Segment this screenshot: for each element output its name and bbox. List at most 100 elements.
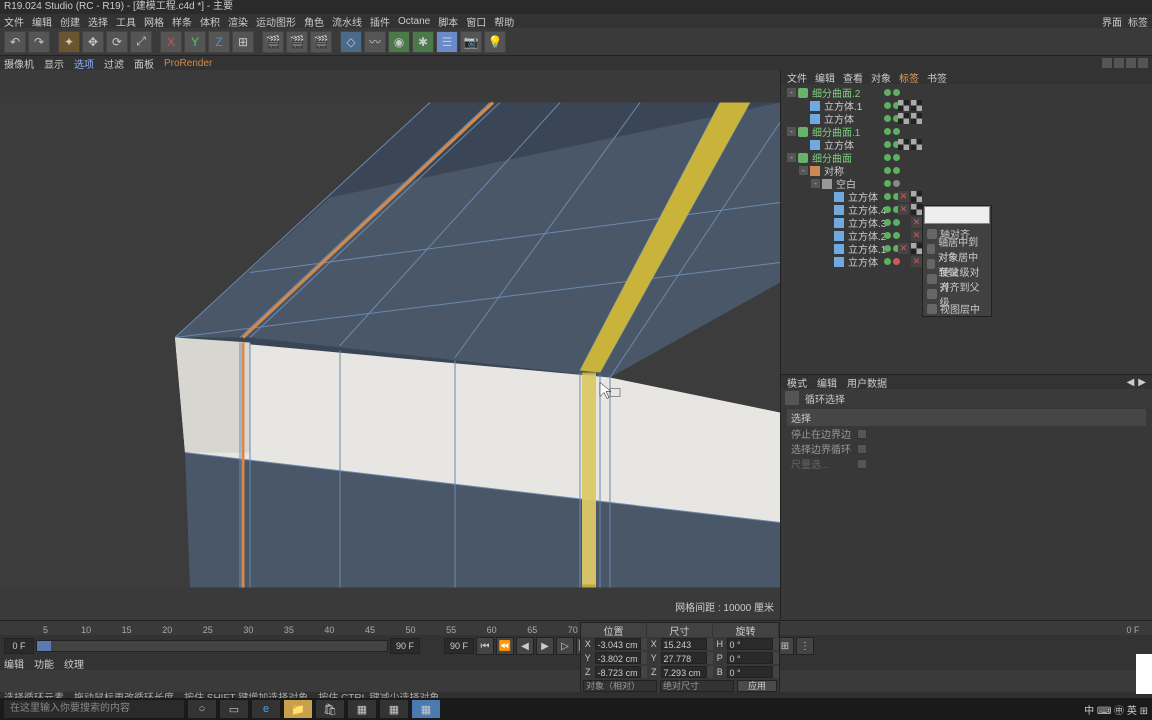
attr-stop-boundary-cb[interactable] xyxy=(857,429,867,439)
am-next[interactable]: ▶ xyxy=(1138,377,1146,388)
tab-edit[interactable]: 编辑 xyxy=(4,656,24,671)
coord-rot-Z[interactable]: 0 ° xyxy=(727,666,774,678)
app-icon[interactable]: ▦ xyxy=(380,700,408,718)
expand-toggle[interactable]: - xyxy=(811,179,820,188)
prim-deformer[interactable]: ✱ xyxy=(412,31,434,53)
om-view[interactable]: 查看 xyxy=(843,70,863,85)
win-search[interactable]: 在这里输入你要搜索的内容 xyxy=(4,700,184,718)
scale-tool[interactable]: ⤢ xyxy=(130,31,152,53)
prim-generator[interactable]: ◉ xyxy=(388,31,410,53)
vp-options[interactable]: 选项 xyxy=(74,56,94,71)
undo-button[interactable]: ↶ xyxy=(4,31,26,53)
time-slider[interactable] xyxy=(36,640,388,652)
object-tag[interactable] xyxy=(911,191,922,202)
timeline-ruler[interactable]: 510152025303540455055606570758085900 F xyxy=(0,621,1152,635)
edge-icon[interactable]: e xyxy=(252,700,280,718)
object-tag[interactable]: ✕ xyxy=(911,217,922,228)
vp-display[interactable]: 显示 xyxy=(44,56,64,71)
expand-toggle[interactable]: - xyxy=(787,153,796,162)
object-tag[interactable] xyxy=(911,139,922,150)
visibility-dot[interactable] xyxy=(884,167,891,174)
tree-row[interactable]: 立方体✕ xyxy=(781,190,1152,203)
render-settings[interactable]: 🎬 xyxy=(310,31,332,53)
visibility-dot[interactable] xyxy=(884,245,891,252)
cortana-icon[interactable]: ○ xyxy=(188,700,216,718)
z-lock[interactable]: Z xyxy=(208,31,230,53)
vp-nav-icon[interactable] xyxy=(1102,58,1112,68)
menu-character[interactable]: 角色 xyxy=(304,14,324,29)
menu-octane[interactable]: Octane xyxy=(398,16,430,27)
object-name[interactable]: 立方体 xyxy=(848,254,878,269)
menu-script[interactable]: 脚本 xyxy=(438,14,458,29)
expand-toggle[interactable]: - xyxy=(799,166,808,175)
object-tag[interactable] xyxy=(898,139,909,150)
om-object[interactable]: 对象 xyxy=(871,70,891,85)
coord-apply-button[interactable]: 应用 xyxy=(737,680,777,692)
prim-spline[interactable]: 〰 xyxy=(364,31,386,53)
app-icon[interactable]: ▦ xyxy=(412,700,440,718)
visibility-dot[interactable] xyxy=(884,258,891,265)
object-tag[interactable]: ✕ xyxy=(911,256,922,267)
ctx-align-to-parent[interactable]: 对齐到父级 xyxy=(923,286,991,301)
menu-create[interactable]: 创建 xyxy=(60,14,80,29)
visibility-dot[interactable] xyxy=(884,232,891,239)
menu-render[interactable]: 渲染 xyxy=(228,14,248,29)
visibility-dot[interactable] xyxy=(884,193,891,200)
object-tag[interactable] xyxy=(911,113,922,124)
object-tag[interactable] xyxy=(898,113,909,124)
menu-pipeline[interactable]: 流水线 xyxy=(332,14,362,29)
am-userdata[interactable]: 用户数据 xyxy=(847,375,887,390)
visibility-dot[interactable] xyxy=(893,154,900,161)
explorer-icon[interactable]: 📁 xyxy=(284,700,312,718)
prim-light[interactable]: 💡 xyxy=(484,31,506,53)
object-tag[interactable] xyxy=(911,100,922,111)
expand-toggle[interactable]: - xyxy=(787,88,796,97)
object-tag[interactable]: ✕ xyxy=(911,230,922,241)
system-tray[interactable]: 中 ⌨ ㊥ 英 ⊞ xyxy=(1084,702,1148,717)
select-tool[interactable]: ✦ xyxy=(58,31,80,53)
coord-rot-Y[interactable]: 0 ° xyxy=(727,652,774,664)
coord-size-Z[interactable]: 7.293 cm xyxy=(661,666,708,678)
object-tag[interactable] xyxy=(911,204,922,215)
om-bookmarks[interactable]: 书签 xyxy=(927,70,947,85)
visibility-dot[interactable] xyxy=(884,89,891,96)
menu-plugins[interactable]: 插件 xyxy=(370,14,390,29)
coord-pos-X[interactable]: -3.043 cm xyxy=(595,638,642,650)
visibility-dot[interactable] xyxy=(884,128,891,135)
am-prev[interactable]: ◀ xyxy=(1127,377,1135,388)
vp-nav-icon[interactable] xyxy=(1114,58,1124,68)
next-frame[interactable]: ▷ xyxy=(556,637,574,655)
y-lock[interactable]: Y xyxy=(184,31,206,53)
context-search-input[interactable] xyxy=(924,206,990,224)
visibility-dot[interactable] xyxy=(884,154,891,161)
visibility-dot[interactable] xyxy=(893,232,900,239)
coord-size-X[interactable]: 15.243 cm xyxy=(661,638,708,650)
prev-key[interactable]: ⏪ xyxy=(496,637,514,655)
menu-spline[interactable]: 样条 xyxy=(172,14,192,29)
object-tag[interactable]: ✕ xyxy=(898,204,909,215)
coord-pos-Y[interactable]: -3.802 cm xyxy=(595,652,642,664)
menu-layout[interactable]: 界面 xyxy=(1102,14,1122,29)
menu-tools[interactable]: 工具 xyxy=(116,14,136,29)
visibility-dot[interactable] xyxy=(884,102,891,109)
menu-select[interactable]: 选择 xyxy=(88,14,108,29)
context-menu[interactable]: 轴对齐... 轴居中到对象 对象居中到轴 使父级对齐 对齐到父级 视图层中 xyxy=(922,205,992,317)
vp-nav-icon[interactable] xyxy=(1126,58,1136,68)
menu-volume[interactable]: 体积 xyxy=(200,14,220,29)
menu-window[interactable]: 窗口 xyxy=(466,14,486,29)
coord-mode-dd[interactable]: 对象（相对） xyxy=(583,680,657,692)
visibility-dot[interactable] xyxy=(893,89,900,96)
redo-button[interactable]: ↷ xyxy=(28,31,50,53)
tab-texture[interactable]: 纹理 xyxy=(64,656,84,671)
menu-bookmarks[interactable]: 标签 xyxy=(1128,14,1148,29)
time-end-field[interactable]: 90 F xyxy=(390,638,420,654)
object-tag[interactable] xyxy=(911,243,922,254)
coord-size-dd[interactable]: 绝对尺寸 xyxy=(660,680,734,692)
visibility-dot[interactable] xyxy=(893,219,900,226)
visibility-dot[interactable] xyxy=(893,258,900,265)
coord-size-Y[interactable]: 27.778 cm xyxy=(661,652,708,664)
visibility-dot[interactable] xyxy=(893,180,900,187)
visibility-dot[interactable] xyxy=(884,219,891,226)
visibility-dot[interactable] xyxy=(893,128,900,135)
key-extra[interactable]: ⋮ xyxy=(796,637,814,655)
